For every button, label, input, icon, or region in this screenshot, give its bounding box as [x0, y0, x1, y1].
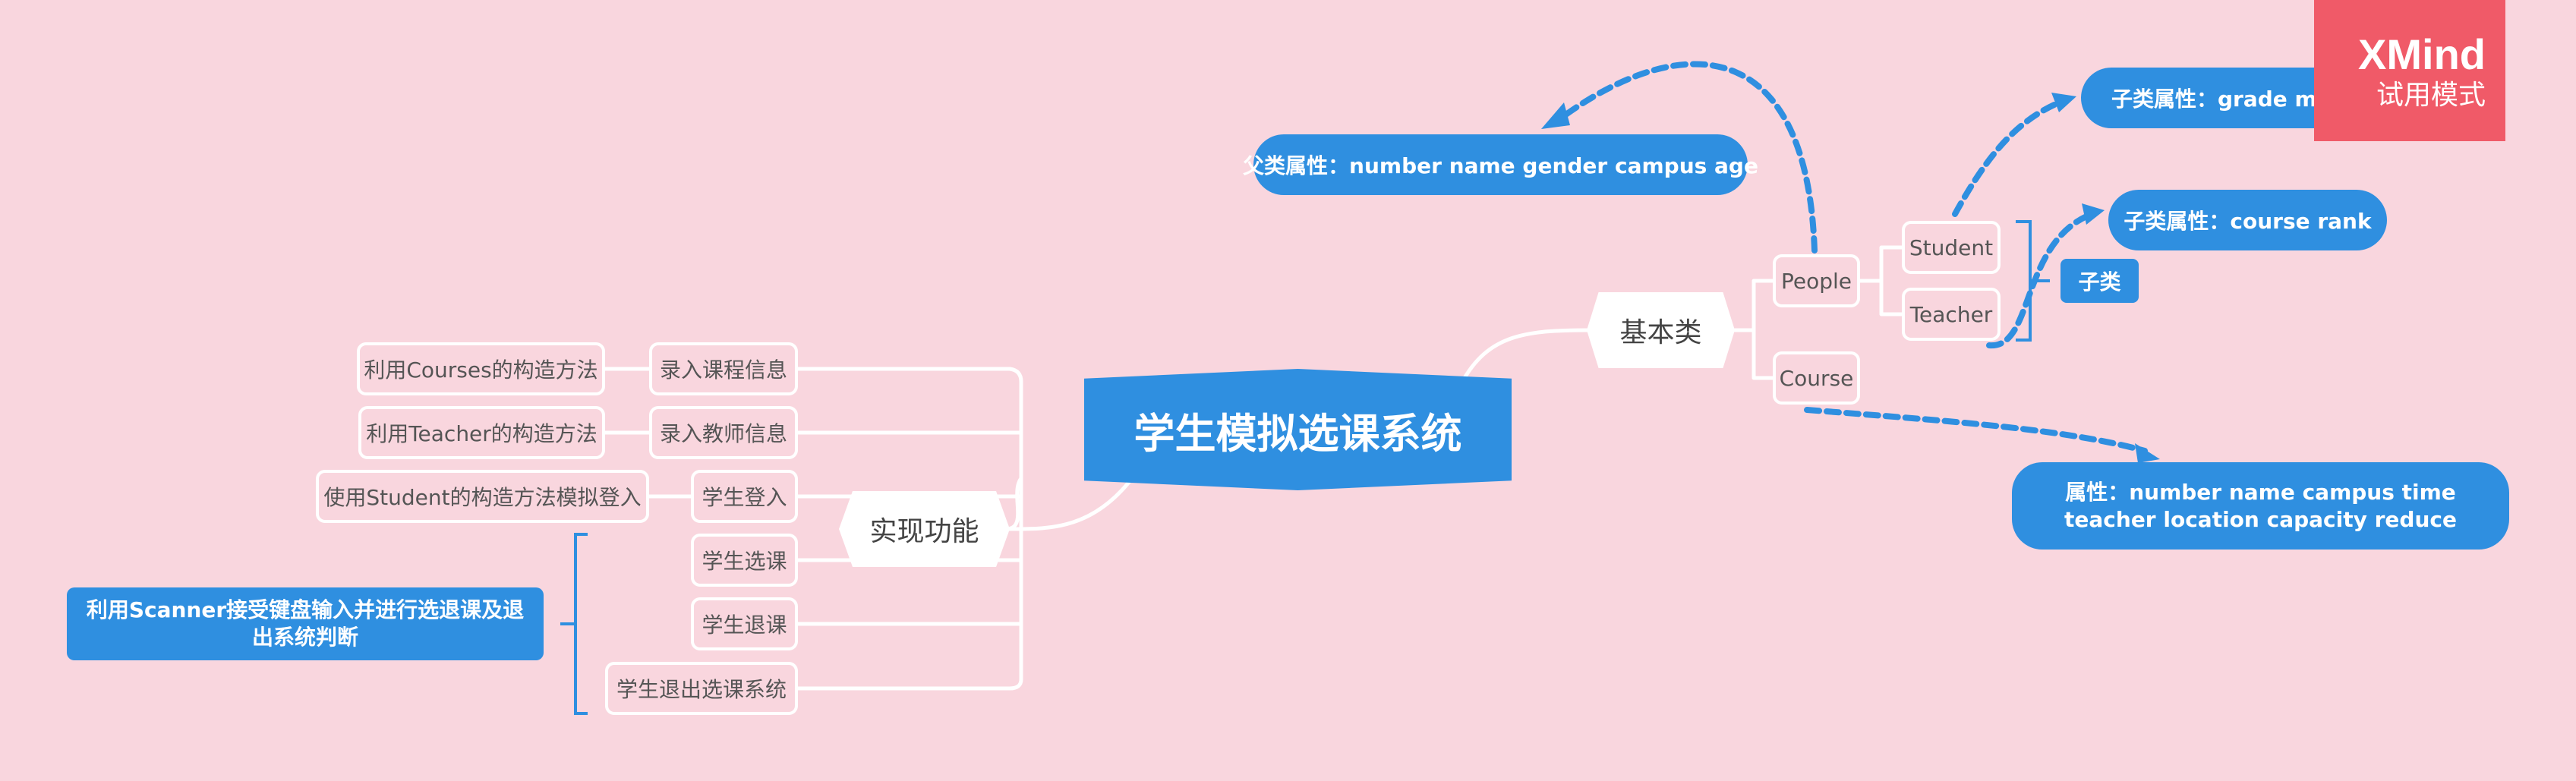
- relation-course-attr: [1804, 407, 2148, 454]
- connector-basic-spine: [1733, 279, 1775, 380]
- summary-bracket-impl: [560, 533, 588, 715]
- floating-teacher-attributes[interactable]: 子类属性：course rank: [2108, 190, 2387, 250]
- summary-subclass[interactable]: 子类: [2060, 259, 2139, 303]
- summary-scanner[interactable]: 利用Scanner接受键盘输入并进行选退课及退出系统判断: [67, 587, 544, 660]
- topic-courses-constructor[interactable]: 利用Courses的构造方法: [357, 342, 605, 395]
- connector-central-basic: [1459, 328, 1593, 386]
- mind-map-canvas: 学生模拟选课系统 实现功能 录入课程信息 录入教师信息 学生登入 学生选课 学生…: [0, 0, 2576, 781]
- topic-enter-teacher[interactable]: 录入教师信息: [649, 406, 798, 459]
- relation-student-attr: [1952, 97, 2068, 217]
- topic-course[interactable]: Course: [1773, 351, 1860, 405]
- branch-basic-classes[interactable]: 基本类: [1587, 292, 1735, 368]
- connector-people-spine: [1858, 245, 1904, 316]
- floating-course-attributes[interactable]: 属性：number name campus time teacher locat…: [2012, 462, 2509, 550]
- trial-mode-label: 试用模式: [2376, 80, 2486, 111]
- topic-student-drop[interactable]: 学生退课: [691, 597, 798, 650]
- floating-parent-attributes[interactable]: 父类属性：number name gender campus age: [1243, 134, 1758, 195]
- topic-enter-course[interactable]: 录入课程信息: [649, 342, 798, 395]
- central-topic[interactable]: 学生模拟选课系统: [1084, 369, 1512, 490]
- arrowhead-course: [2135, 443, 2160, 463]
- branch-implementation[interactable]: 实现功能: [839, 491, 1010, 567]
- connector-central-impl: [1004, 472, 1137, 531]
- topic-student-select[interactable]: 学生选课: [691, 534, 798, 587]
- topic-student-login[interactable]: 学生登入: [691, 470, 798, 523]
- topic-student-exit[interactable]: 学生退出选课系统: [605, 662, 798, 715]
- topic-student-constructor[interactable]: 使用Student的构造方法模拟登入: [316, 470, 649, 523]
- topic-teacher-constructor[interactable]: 利用Teacher的构造方法: [358, 406, 605, 459]
- arrowhead-parent: [1541, 102, 1570, 129]
- xmind-trial-watermark: XMind 试用模式: [2314, 0, 2505, 141]
- topic-student[interactable]: Student: [1902, 221, 2001, 274]
- topic-teacher[interactable]: Teacher: [1902, 288, 2001, 341]
- arrowhead-teacher: [2082, 203, 2105, 225]
- topic-people[interactable]: People: [1773, 254, 1860, 307]
- xmind-logo-text: XMind: [2358, 30, 2486, 78]
